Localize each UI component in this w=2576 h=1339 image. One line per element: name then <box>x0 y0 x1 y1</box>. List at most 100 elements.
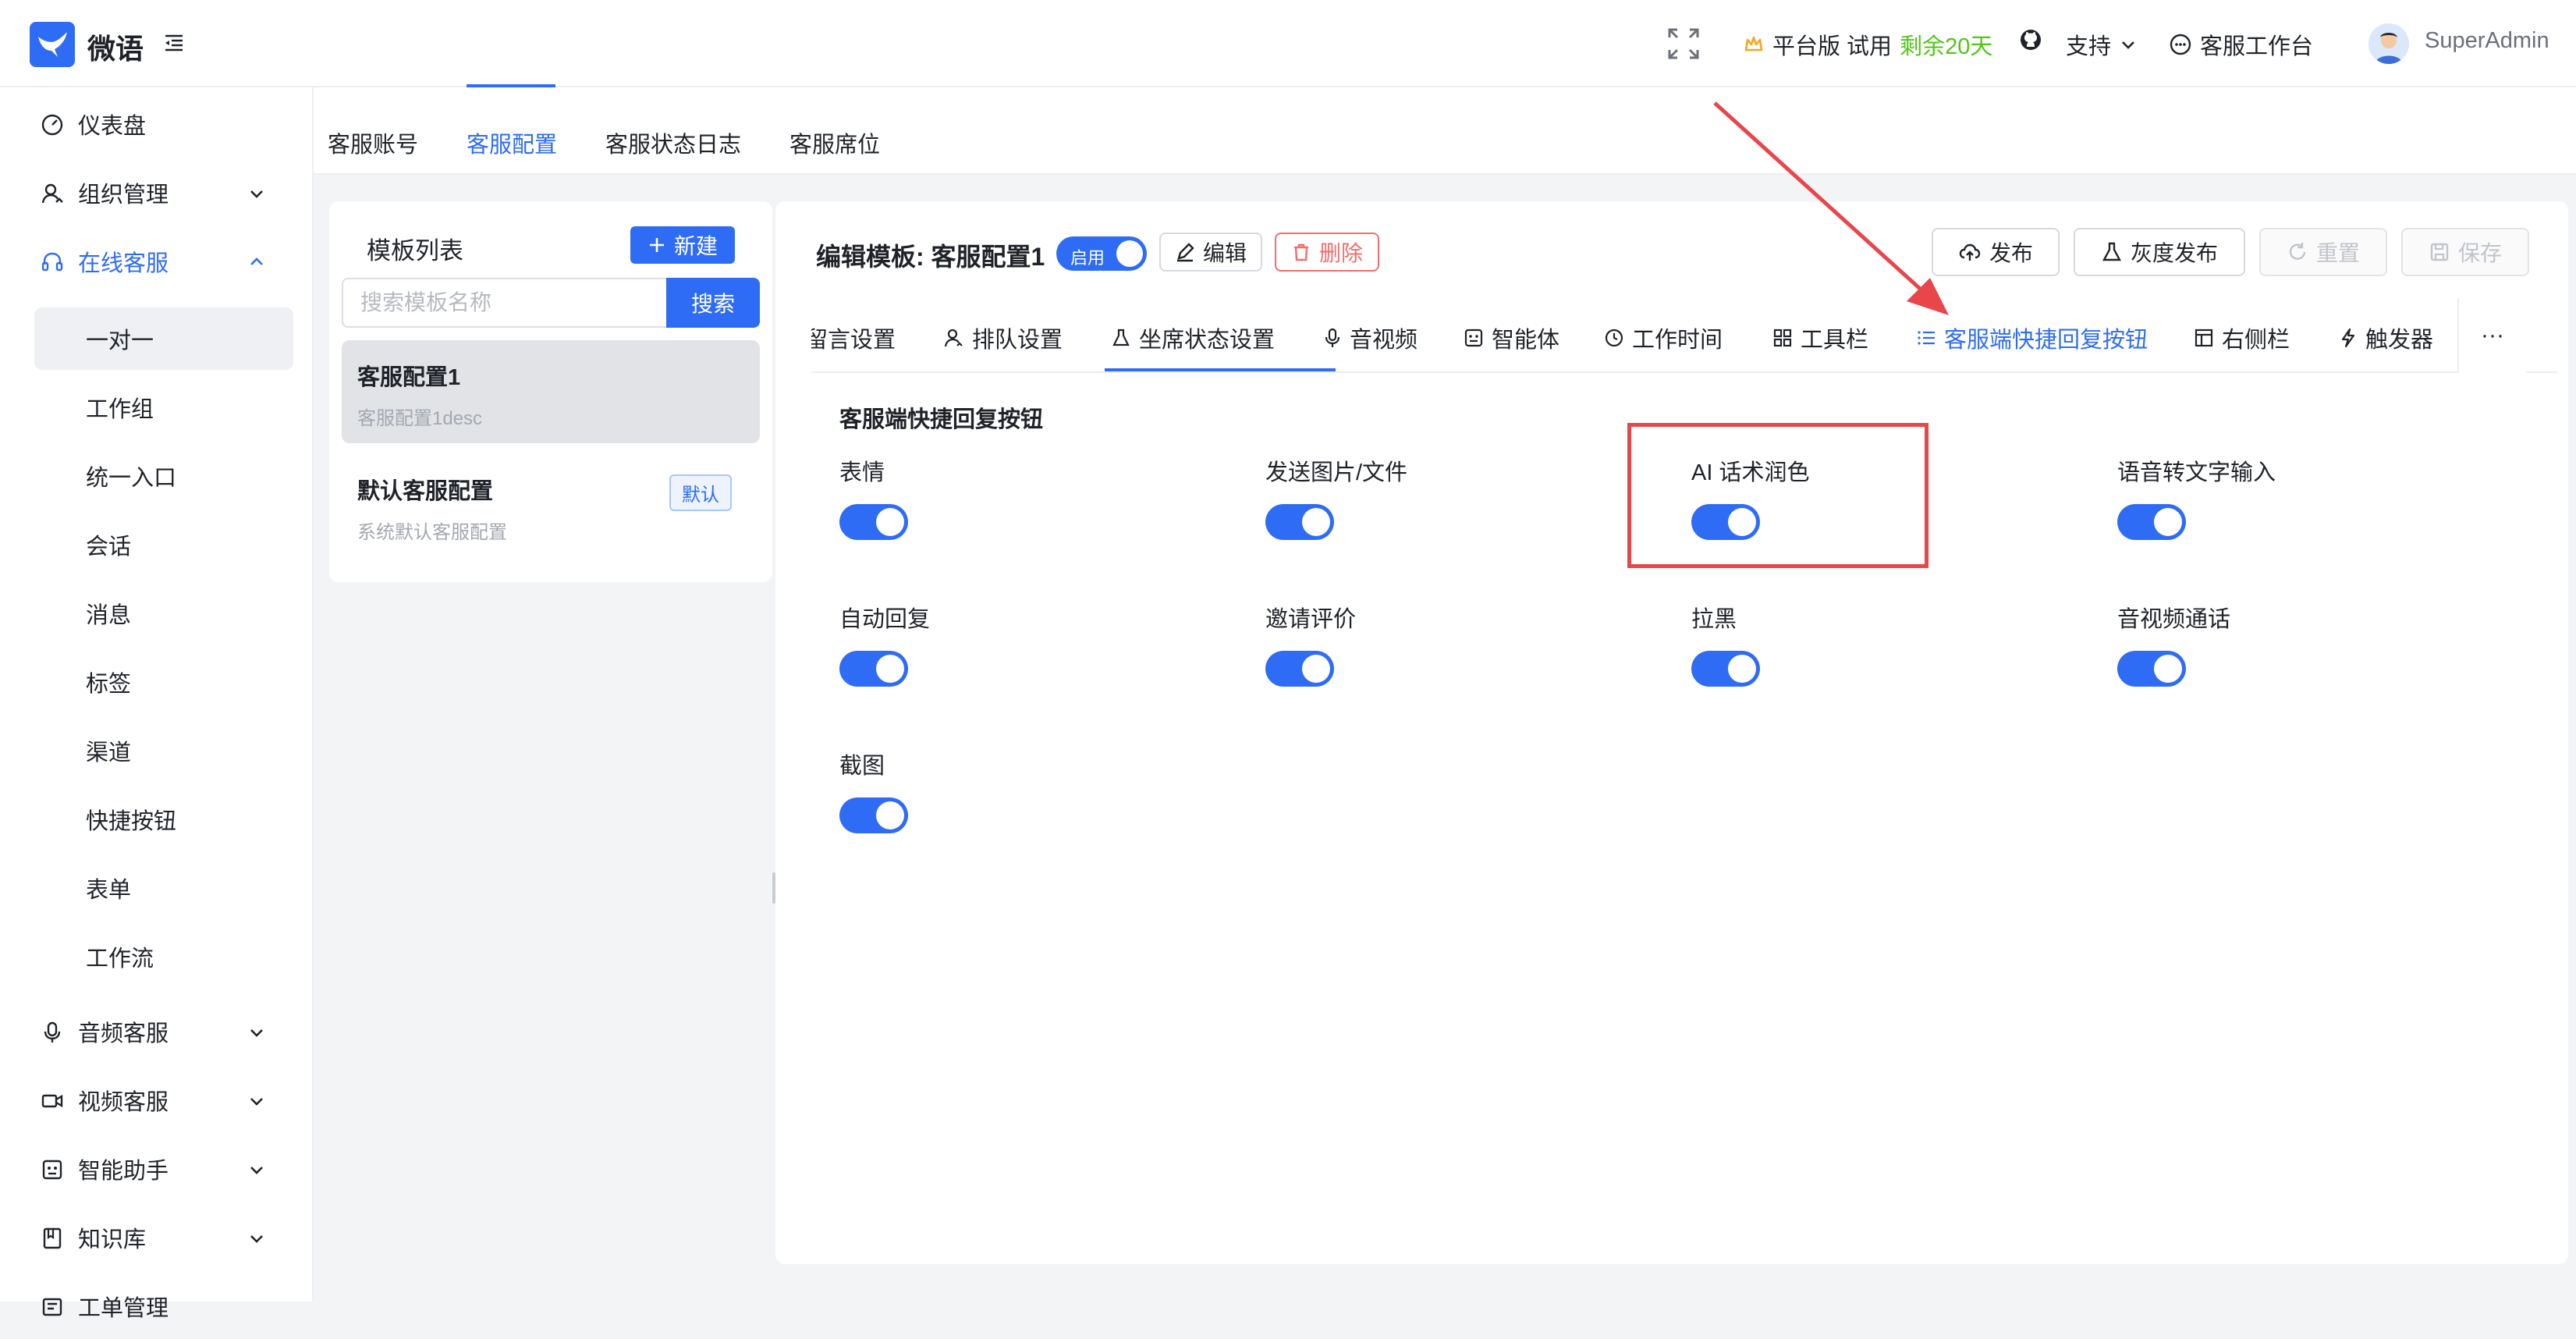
clock-icon <box>1604 328 1624 348</box>
tab-agent-status-settings[interactable]: 坐席状态设置 <box>1111 321 1275 354</box>
support-menu[interactable]: 支持 <box>2066 28 2138 61</box>
menu-collapse-icon[interactable] <box>162 31 186 55</box>
sidebar-item-ticket[interactable]: 工单管理 <box>0 1273 312 1339</box>
more-tabs-button[interactable]: ··· <box>2457 298 2526 373</box>
edit-button[interactable]: 编辑 <box>1159 233 1262 272</box>
toggle-auto-reply[interactable] <box>839 651 908 687</box>
tab-message-settings[interactable]: 留言设置 <box>811 321 896 354</box>
support-label: 支持 <box>2066 34 2112 59</box>
tab-service-config[interactable]: 客服配置 <box>467 126 557 159</box>
sidebar-sub-label: 工作组 <box>86 397 154 422</box>
sidebar-sub-tag[interactable]: 标签 <box>34 651 293 713</box>
tab-quick-reply-buttons[interactable]: 客服端快捷回复按钮 <box>1916 321 2148 354</box>
sidebar-item-dashboard[interactable]: 仪表盘 <box>0 91 312 157</box>
list-icon <box>1916 328 1936 348</box>
toggle-av-call[interactable] <box>2117 651 2186 687</box>
tab-toolbar[interactable]: 工具栏 <box>1772 321 1868 354</box>
sidebar-item-ai-assistant[interactable]: 智能助手 <box>0 1136 312 1202</box>
sidebar-sub-workflow[interactable]: 工作流 <box>34 925 293 988</box>
save-icon <box>2429 241 2450 263</box>
github-icon[interactable] <box>2019 28 2042 52</box>
book-icon <box>41 1227 64 1250</box>
sidebar-item-label: 组织管理 <box>78 183 169 208</box>
tab-right-sidebar[interactable]: 右侧栏 <box>2194 321 2290 354</box>
username[interactable]: SuperAdmin <box>2425 28 2549 54</box>
tab-work-time[interactable]: 工作时间 <box>1604 321 1723 354</box>
tab-trigger[interactable]: 触发器 <box>2339 321 2433 354</box>
tab-active-indicator <box>467 84 555 87</box>
template-enabled-switch[interactable]: 启用 <box>1056 236 1147 271</box>
toggle-knob <box>1302 508 1330 536</box>
template-name: 默认客服配置 <box>357 479 494 504</box>
sidebar-item-label: 知识库 <box>78 1227 147 1252</box>
tab-label: 客服端快捷回复按钮 <box>1944 328 2148 353</box>
tab-label: 排队设置 <box>972 328 1063 353</box>
tab-service-seats[interactable]: 客服席位 <box>789 126 880 159</box>
fullscreen-icon[interactable] <box>1666 27 1701 61</box>
sidebar-item-label: 视频客服 <box>78 1090 169 1115</box>
new-template-button[interactable]: 新建 <box>630 226 735 264</box>
toggle-invite-rating[interactable] <box>1265 651 1334 687</box>
plan-indicator[interactable]: 平台版 试用 剩余20天 <box>1743 28 1992 61</box>
plus-icon <box>648 236 666 254</box>
tab-service-account[interactable]: 客服账号 <box>328 126 418 159</box>
tab-label: 工作时间 <box>1632 328 1723 353</box>
sidebar-sub-workgroup[interactable]: 工作组 <box>34 376 293 439</box>
avatar[interactable] <box>2368 23 2409 64</box>
toggle-knob <box>876 655 904 683</box>
sidebar-sub-conversation[interactable]: 会话 <box>34 513 293 576</box>
template-card-default[interactable]: 默认客服配置 系统默认客服配置 默认 <box>342 456 760 559</box>
tab-audio-video[interactable]: 音视频 <box>1323 321 1418 354</box>
headset-icon <box>41 250 64 274</box>
cloud-upload-icon <box>1958 240 1982 264</box>
toggle-knob <box>2154 655 2182 683</box>
toggle-block[interactable] <box>1691 651 1760 687</box>
sidebar-sub-label: 会话 <box>86 535 132 559</box>
sidebar-item-online-service[interactable]: 在线客服 <box>0 229 312 294</box>
template-list-title: 模板列表 <box>367 237 463 265</box>
bolt-icon <box>2339 328 2358 348</box>
gray-publish-label: 灰度发布 <box>2130 241 2218 265</box>
sidebar-item-video-service[interactable]: 视频客服 <box>0 1067 312 1133</box>
sidebar-sub-form[interactable]: 表单 <box>34 857 293 919</box>
sidebar-sub-unified-entry[interactable]: 统一入口 <box>34 445 293 507</box>
chevron-up-icon <box>248 254 265 271</box>
toggle-emoji[interactable] <box>839 504 908 540</box>
reset-button[interactable]: 重置 <box>2259 228 2387 276</box>
save-button[interactable]: 保存 <box>2401 228 2529 276</box>
gray-publish-button[interactable]: 灰度发布 <box>2074 228 2245 276</box>
publish-button[interactable]: 发布 <box>1932 228 2060 276</box>
delete-label: 删除 <box>1318 241 1363 265</box>
toggle-speech-to-text[interactable] <box>2117 504 2186 540</box>
tab-agent[interactable]: 智能体 <box>1464 321 1559 354</box>
sidebar-sub-message[interactable]: 消息 <box>34 582 293 645</box>
option-label-screenshot: 截图 <box>839 754 885 779</box>
default-badge: 默认 <box>669 474 732 511</box>
tab-service-status-log[interactable]: 客服状态日志 <box>605 126 741 159</box>
sidebar-item-audio-service[interactable]: 音频客服 <box>0 999 312 1064</box>
tab-label: 坐席状态设置 <box>1139 328 1276 353</box>
tab-queue-settings[interactable]: 排队设置 <box>944 321 1063 354</box>
chat-bubble-icon <box>2169 33 2192 56</box>
sidebar-item-org[interactable]: 组织管理 <box>0 160 312 226</box>
delete-button[interactable]: 删除 <box>1275 233 1379 272</box>
tab-label: 工具栏 <box>1801 328 1869 353</box>
sidebar-sub-channel[interactable]: 渠道 <box>34 719 293 782</box>
toggle-knob <box>1728 655 1756 683</box>
template-search-input[interactable] <box>342 278 668 328</box>
chevron-down-icon <box>2119 35 2138 54</box>
template-search-button[interactable]: 搜索 <box>666 278 760 328</box>
toggle-knob <box>876 801 904 829</box>
toggle-send-file[interactable] <box>1265 504 1334 540</box>
brand-logo-icon[interactable] <box>30 22 75 67</box>
workbench-link[interactable]: 客服工作台 <box>2169 28 2313 61</box>
highlight-annotation-box <box>1627 423 1928 568</box>
sidebar-sub-quick-button[interactable]: 快捷按钮 <box>34 788 293 851</box>
sidebar-item-knowledge-base[interactable]: 知识库 <box>0 1205 312 1270</box>
option-label-send-file: 发送图片/文件 <box>1265 460 1408 485</box>
pencil-icon <box>1175 242 1195 262</box>
sidebar-sub-label: 一对一 <box>86 329 154 353</box>
sidebar-sub-one-to-one[interactable]: 一对一 <box>34 307 293 370</box>
template-card-config1[interactable]: 客服配置1 客服配置1desc <box>342 340 760 443</box>
toggle-screenshot[interactable] <box>839 797 908 833</box>
